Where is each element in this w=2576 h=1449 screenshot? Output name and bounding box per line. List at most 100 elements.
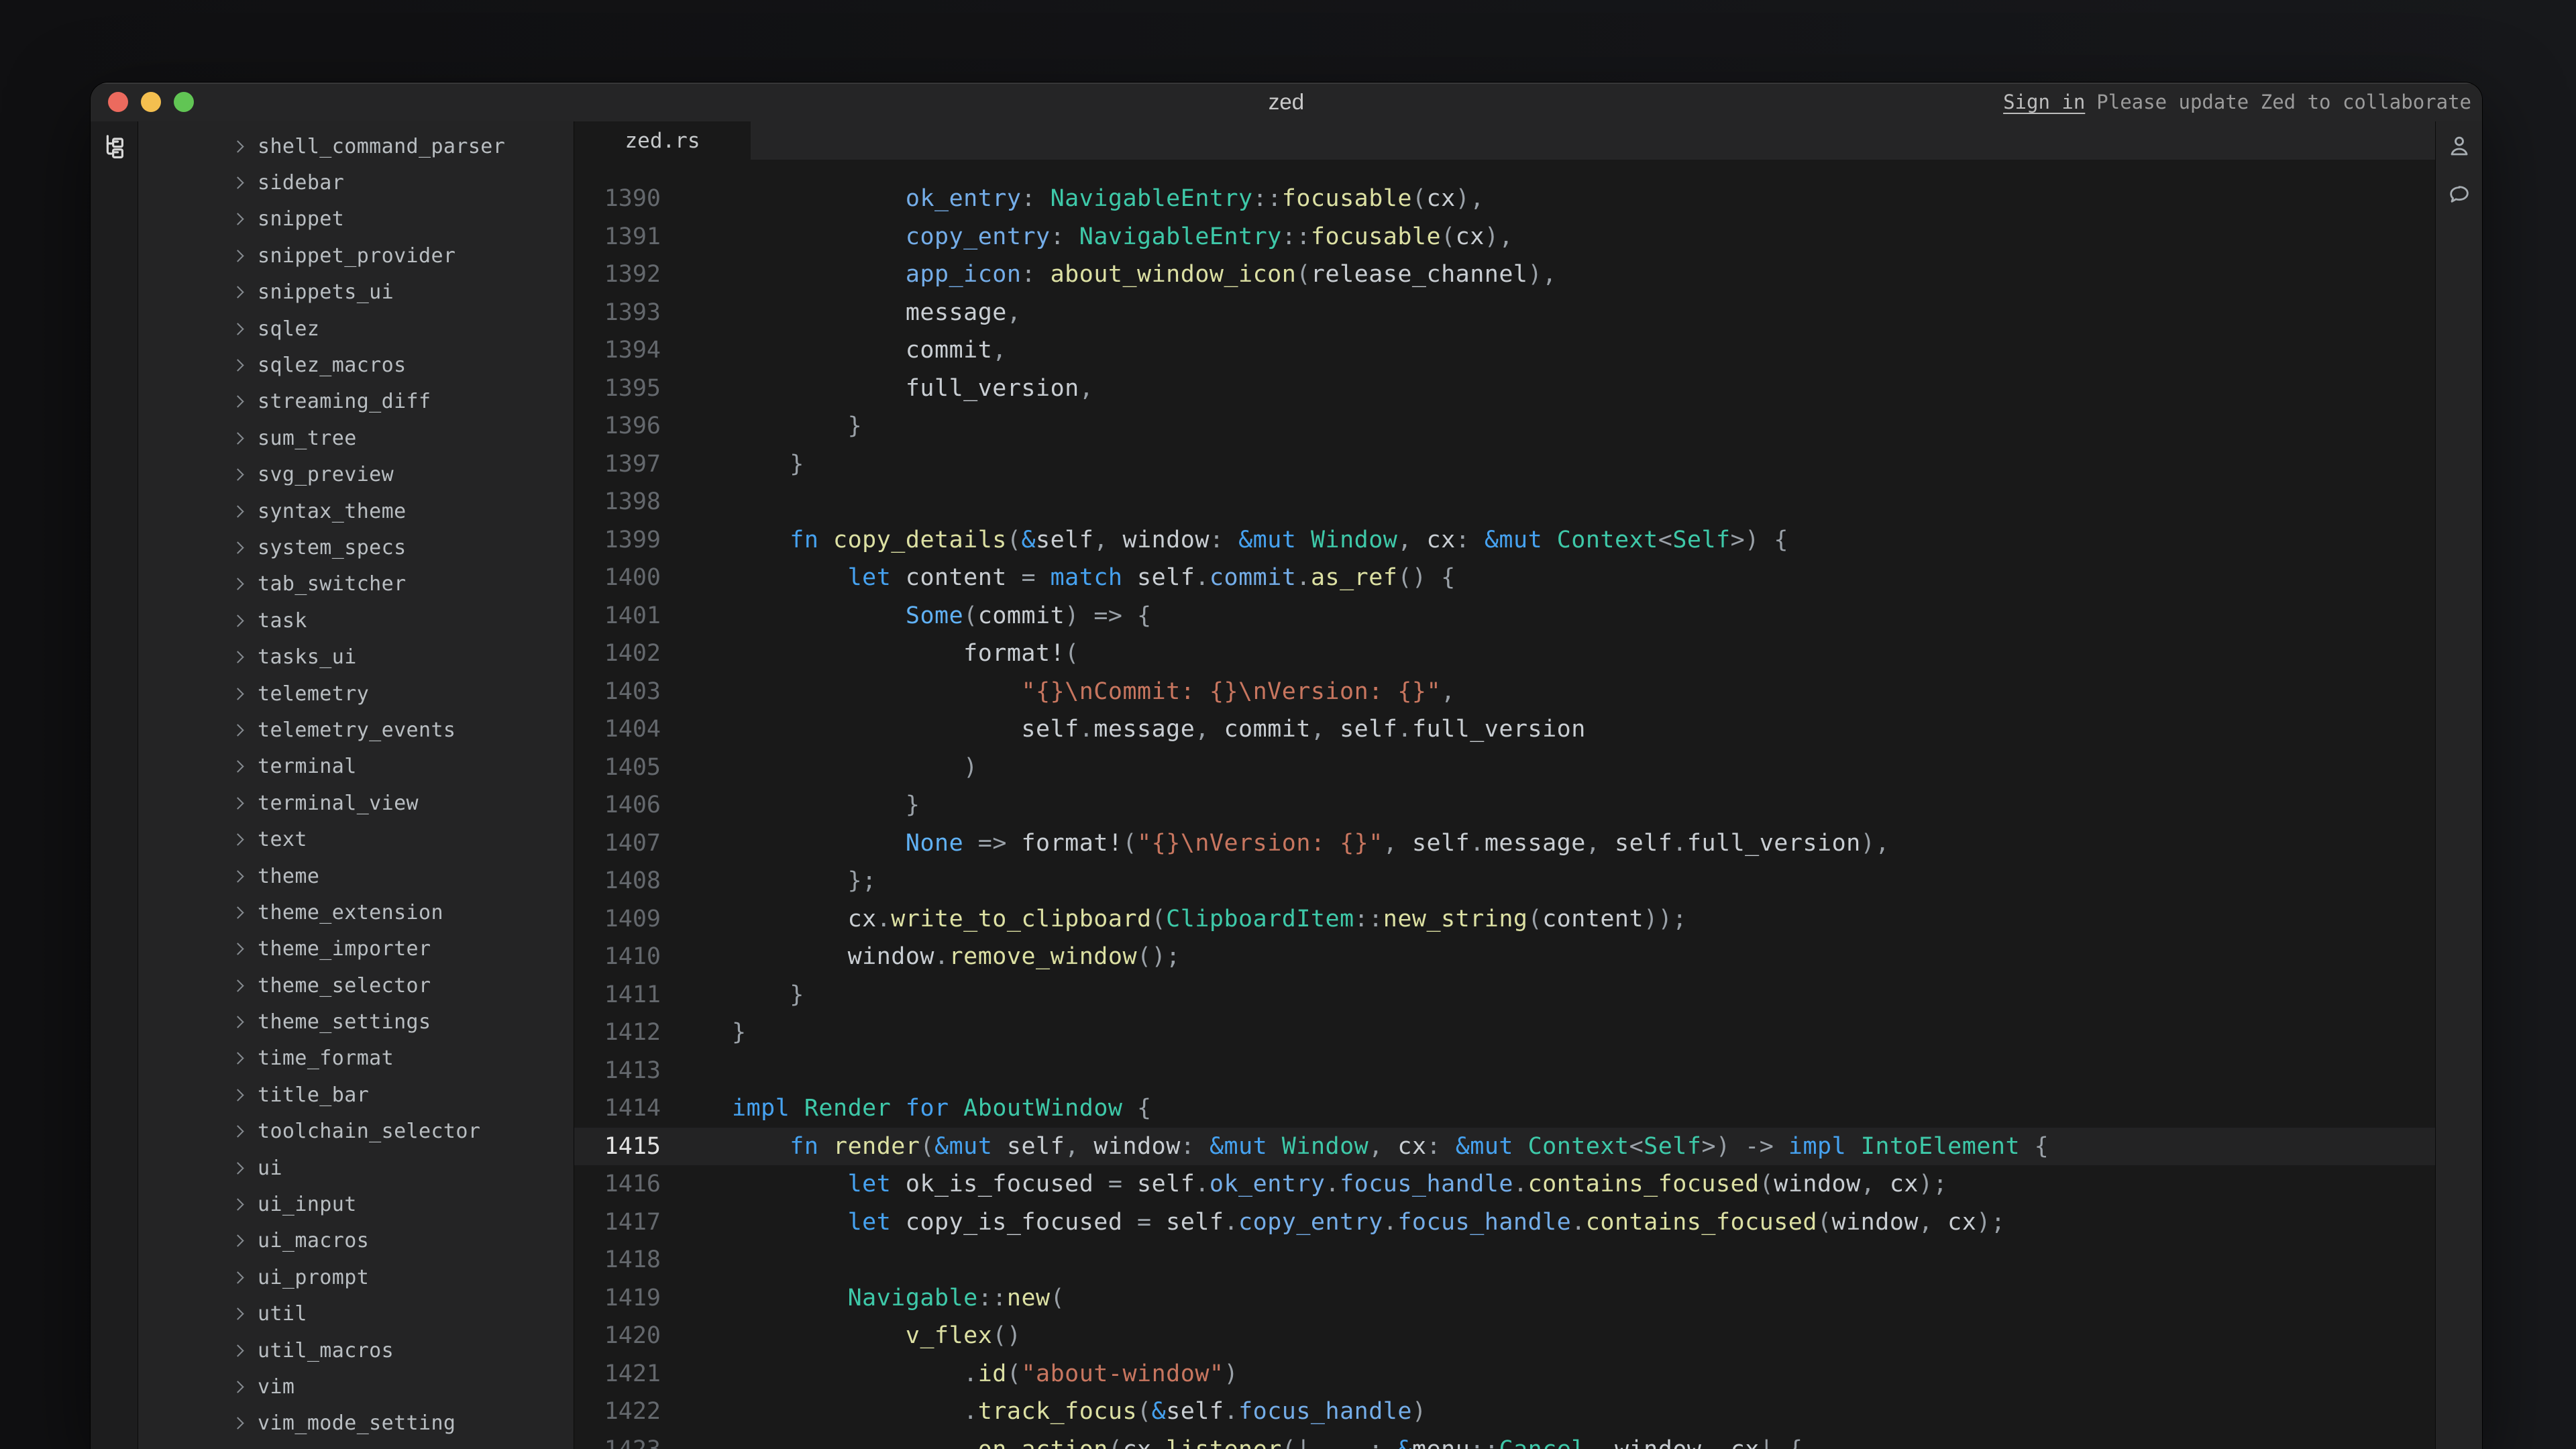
sidebar-item-theme_settings[interactable]: theme_settings <box>138 1004 574 1040</box>
chat-panel-button[interactable] <box>2444 179 2475 210</box>
sidebar-item-text[interactable]: text <box>138 821 574 857</box>
line-number: 1406 <box>574 792 661 818</box>
sidebar-item-terminal[interactable]: terminal <box>138 749 574 785</box>
code-line[interactable]: 1408 }; <box>574 862 2435 900</box>
code-line[interactable]: 1413 <box>574 1052 2435 1090</box>
project-panel-button[interactable] <box>99 131 129 162</box>
sidebar-item-sqlez_macros[interactable]: sqlez_macros <box>138 347 574 383</box>
code-line[interactable]: 1400 let content = match self.commit.as_… <box>574 559 2435 597</box>
code-line[interactable]: 1421 .id("about-window") <box>574 1355 2435 1393</box>
code-line[interactable]: 1396 } <box>574 407 2435 445</box>
sidebar-item-tab_switcher[interactable]: tab_switcher <box>138 566 574 602</box>
zoom-button[interactable] <box>174 92 194 112</box>
sidebar-item-label: sidebar <box>258 171 344 195</box>
code-line[interactable]: 1393 message, <box>574 294 2435 332</box>
chevron-right-icon <box>232 872 258 881</box>
code-text: v_flex() <box>732 1322 1021 1349</box>
titlebar[interactable]: zed Sign in Please update Zed to collabo… <box>91 83 2482 121</box>
sidebar-item-util[interactable]: util <box>138 1296 574 1332</box>
code-line[interactable]: 1417 let copy_is_focused = self.copy_ent… <box>574 1203 2435 1242</box>
sidebar-item-telemetry_events[interactable]: telemetry_events <box>138 712 574 748</box>
sidebar-item-time_format[interactable]: time_format <box>138 1040 574 1077</box>
code-line[interactable]: 1407 None => format!("{}\nVersion: {}", … <box>574 824 2435 863</box>
code-line[interactable]: 1411 } <box>574 976 2435 1014</box>
sidebar-item-label: ui <box>258 1157 282 1180</box>
sidebar-item-svg_preview[interactable]: svg_preview <box>138 457 574 493</box>
code-line[interactable]: 1423 .on_action(cx.listener(|_, _: &menu… <box>574 1431 2435 1449</box>
project-panel[interactable]: shell_command_parsersidebarsnippetsnippe… <box>138 121 574 1449</box>
workspace: shell_command_parsersidebarsnippetsnippe… <box>91 121 2482 1449</box>
code-line[interactable]: 1398 <box>574 483 2435 521</box>
sidebar-item-vim[interactable]: vim <box>138 1368 574 1405</box>
sidebar-item-label: ui_input <box>258 1193 357 1216</box>
sidebar-item-terminal_view[interactable]: terminal_view <box>138 785 574 821</box>
line-number: 1397 <box>574 451 661 478</box>
code-line[interactable]: 1391 copy_entry: NavigableEntry::focusab… <box>574 218 2435 256</box>
code-text: self.message, commit, self.full_version <box>732 716 1586 743</box>
code-line[interactable]: 1402 format!( <box>574 635 2435 673</box>
sidebar-item-streaming_diff[interactable]: streaming_diff <box>138 384 574 420</box>
code-line[interactable]: 1422 .track_focus(&self.focus_handle) <box>574 1393 2435 1431</box>
sidebar-item-ui[interactable]: ui <box>138 1150 574 1186</box>
sidebar-item-system_specs[interactable]: system_specs <box>138 529 574 566</box>
sidebar-item-tasks_ui[interactable]: tasks_ui <box>138 639 574 675</box>
code-line[interactable]: 1420 v_flex() <box>574 1317 2435 1355</box>
sidebar-item-shell_command_parser[interactable]: shell_command_parser <box>138 128 574 164</box>
sidebar-item-sqlez[interactable]: sqlez <box>138 311 574 347</box>
sidebar-item-snippets_ui[interactable]: snippets_ui <box>138 274 574 311</box>
sidebar-item-theme_importer[interactable]: theme_importer <box>138 931 574 967</box>
sidebar-item-toolchain_selector[interactable]: toolchain_selector <box>138 1114 574 1150</box>
code-line[interactable]: 1397 } <box>574 445 2435 484</box>
code-line[interactable]: 1410 window.remove_window(); <box>574 938 2435 976</box>
sidebar-item-label: sqlez_macros <box>258 354 407 377</box>
code-line[interactable]: 1404 self.message, commit, self.full_ver… <box>574 710 2435 749</box>
code-line[interactable]: 1390 ok_entry: NavigableEntry::focusable… <box>574 180 2435 218</box>
sidebar-item-syntax_theme[interactable]: syntax_theme <box>138 493 574 529</box>
sidebar-item-ui_input[interactable]: ui_input <box>138 1186 574 1222</box>
tab-zed-rs[interactable]: zed.rs <box>574 121 751 160</box>
minimize-button[interactable] <box>141 92 161 112</box>
code-line[interactable]: 1418 <box>574 1241 2435 1279</box>
code-line[interactable]: 1395 full_version, <box>574 370 2435 408</box>
sidebar-item-sum_tree[interactable]: sum_tree <box>138 420 574 456</box>
collab-panel-button[interactable] <box>2444 131 2475 162</box>
sidebar-item-telemetry[interactable]: telemetry <box>138 676 574 712</box>
code-line[interactable]: 1406 } <box>574 786 2435 824</box>
tab-bar[interactable]: zed.rs <box>574 121 2435 160</box>
sign-in-link[interactable]: Sign in <box>2003 91 2085 113</box>
sidebar-item-task[interactable]: task <box>138 602 574 639</box>
code-line[interactable]: 1403 "{}\nCommit: {}\nVersion: {}", <box>574 673 2435 711</box>
code-line[interactable]: 1416 let ok_is_focused = self.ok_entry.f… <box>574 1165 2435 1203</box>
code-line[interactable]: 1409 cx.write_to_clipboard(ClipboardItem… <box>574 900 2435 938</box>
code-line[interactable]: 1399 fn copy_details(&self, window: &mut… <box>574 521 2435 559</box>
sidebar-item-sidebar[interactable]: sidebar <box>138 164 574 201</box>
line-number: 1412 <box>574 1019 661 1046</box>
code-line[interactable]: 1412} <box>574 1014 2435 1052</box>
code-line[interactable]: 1405 ) <box>574 749 2435 787</box>
code-line[interactable]: 1394 commit, <box>574 331 2435 370</box>
sidebar-item-snippet[interactable]: snippet <box>138 201 574 237</box>
sidebar-item-ui_macros[interactable]: ui_macros <box>138 1223 574 1259</box>
code-line[interactable]: 1415 fn render(&mut self, window: &mut W… <box>574 1128 2435 1166</box>
code-line[interactable]: 1401 Some(commit) => { <box>574 597 2435 635</box>
code-line[interactable]: 1414impl Render for AboutWindow { <box>574 1089 2435 1128</box>
sidebar-item-vim_mode_setting[interactable]: vim_mode_setting <box>138 1405 574 1442</box>
chevron-right-icon <box>232 690 258 698</box>
sidebar-item-theme_extension[interactable]: theme_extension <box>138 894 574 930</box>
code-line[interactable]: 1419 Navigable::new( <box>574 1279 2435 1318</box>
sidebar-item-snippet_provider[interactable]: snippet_provider <box>138 237 574 274</box>
sidebar-item-ui_prompt[interactable]: ui_prompt <box>138 1259 574 1295</box>
chevron-right-icon <box>232 1346 258 1355</box>
close-button[interactable] <box>108 92 128 112</box>
code-line[interactable]: 1392 app_icon: about_window_icon(release… <box>574 256 2435 294</box>
sidebar-item-title_bar[interactable]: title_bar <box>138 1077 574 1113</box>
sidebar-item-util_macros[interactable]: util_macros <box>138 1332 574 1368</box>
sidebar-item-label: svg_preview <box>258 463 394 486</box>
sidebar-item-watch[interactable]: watch <box>138 1442 574 1449</box>
line-number: 1405 <box>574 754 661 781</box>
right-dock <box>2435 121 2482 1449</box>
code-editor[interactable]: 1390 ok_entry: NavigableEntry::focusable… <box>574 160 2435 1449</box>
sidebar-item-theme[interactable]: theme <box>138 858 574 894</box>
sidebar-item-theme_selector[interactable]: theme_selector <box>138 967 574 1004</box>
code-text: } <box>732 451 804 478</box>
